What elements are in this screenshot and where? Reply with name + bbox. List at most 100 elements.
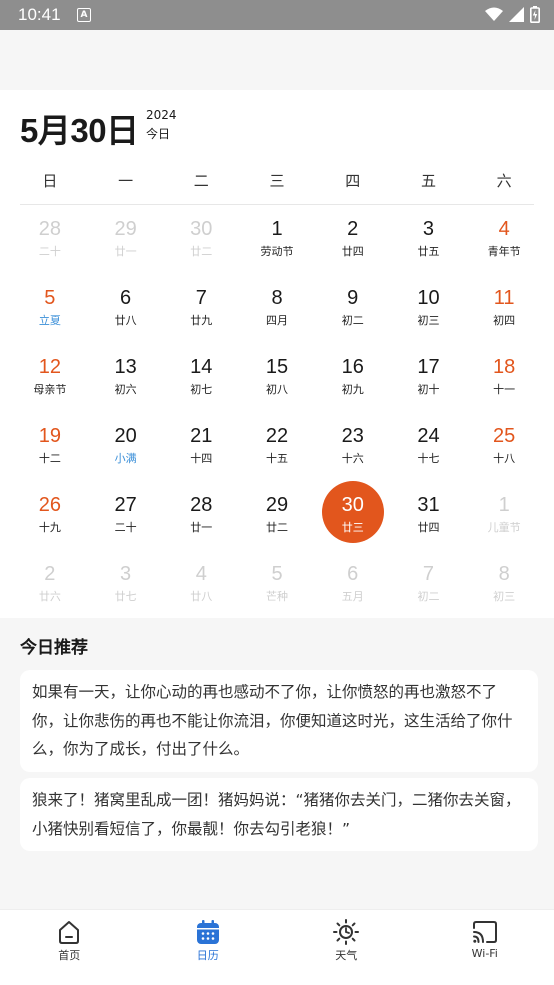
nav-item-weather[interactable]: 天气 — [277, 910, 416, 985]
day-number: 27 — [88, 494, 164, 517]
day-number: 19 — [12, 425, 88, 448]
day-number: 4 — [163, 563, 239, 586]
day-cell[interactable]: 10初三 — [391, 279, 467, 348]
day-cell[interactable]: 31 廿四 — [391, 486, 467, 555]
day-cell[interactable]: 11 初四 — [466, 279, 542, 348]
day-cell[interactable]: 29廿二 — [239, 486, 315, 555]
lunar-date: 初九 — [315, 381, 391, 397]
day-cell[interactable]: 6五月 — [315, 555, 391, 624]
day-cell[interactable]: 27二十 — [88, 486, 164, 555]
lunar-date: 廿八 — [163, 588, 239, 604]
day-cell[interactable]: 13初六 — [88, 348, 164, 417]
current-date-title: 5月30日 — [20, 104, 139, 152]
day-cell[interactable]: 14初七 — [163, 348, 239, 417]
day-cell[interactable]: 9初二 — [315, 279, 391, 348]
day-cell[interactable]: 18十一 — [466, 348, 542, 417]
day-cell[interactable]: 25十八 — [466, 417, 542, 486]
day-cell-today[interactable]: 30 廿三 — [315, 486, 391, 555]
day-number: 20 — [88, 425, 164, 448]
day-number: 1 — [239, 218, 315, 241]
lunar-date: 五月 — [315, 588, 391, 604]
day-number: 9 — [315, 287, 391, 310]
day-cell[interactable]: 8 初三 — [466, 555, 542, 624]
day-cell[interactable]: 1 儿童节 — [466, 486, 542, 555]
lunar-date: 十五 — [239, 450, 315, 466]
weekday-label: 六 — [466, 170, 542, 192]
day-cell[interactable]: 28廿一 — [163, 486, 239, 555]
lunar-date: 廿八 — [88, 312, 164, 328]
weekday-label: 日 — [12, 170, 88, 192]
day-number: 10 — [391, 287, 467, 310]
day-cell[interactable]: 8四月 — [239, 279, 315, 348]
bottom-nav: 首页 日历 天气 — [0, 909, 554, 985]
day-cell[interactable]: 7初二 — [391, 555, 467, 624]
day-cell[interactable]: 28二十 — [12, 210, 88, 279]
day-cell[interactable]: 23十六 — [315, 417, 391, 486]
day-number: 4 — [466, 218, 542, 241]
day-number: 28 — [163, 494, 239, 517]
day-number: 31 — [391, 494, 467, 517]
day-cell[interactable]: 19十二 — [12, 417, 88, 486]
today-button[interactable]: 今日 — [146, 125, 170, 142]
day-number: 11 — [466, 287, 542, 310]
notification-icon: A — [77, 8, 91, 22]
day-cell[interactable]: 5立夏 — [12, 279, 88, 348]
day-cell[interactable]: 4 青年节 — [466, 210, 542, 279]
home-icon — [55, 918, 83, 946]
day-cell[interactable]: 30廿二 — [163, 210, 239, 279]
day-number: 18 — [466, 356, 542, 379]
recommend-title: 今日推荐 — [20, 633, 88, 658]
lunar-date: 廿二 — [163, 243, 239, 259]
day-cell[interactable]: 6廿八 — [88, 279, 164, 348]
day-cell[interactable]: 22十五 — [239, 417, 315, 486]
day-cell[interactable]: 2廿六 — [12, 555, 88, 624]
lunar-date: 廿四 — [391, 519, 467, 535]
day-number: 2 — [315, 218, 391, 241]
lunar-date: 初四 — [466, 312, 542, 328]
day-number: 30 — [315, 494, 391, 517]
day-cell[interactable]: 4 廿八 — [163, 555, 239, 624]
day-cell[interactable]: 15初八 — [239, 348, 315, 417]
lunar-date: 廿五 — [391, 243, 467, 259]
calendar-icon — [194, 918, 222, 946]
weekday-label: 三 — [239, 170, 315, 192]
day-cell[interactable]: 20小满 — [88, 417, 164, 486]
lunar-date: 儿童节 — [466, 519, 542, 535]
day-cell[interactable]: 16初九 — [315, 348, 391, 417]
day-cell[interactable]: 21十四 — [163, 417, 239, 486]
status-bar: 10:41 A — [0, 0, 554, 30]
nav-item-wifi[interactable]: Wi-Fi — [416, 910, 554, 985]
day-cell[interactable]: 26十九 — [12, 486, 88, 555]
day-cell[interactable]: 29廿一 — [88, 210, 164, 279]
day-cell[interactable]: 3廿七 — [88, 555, 164, 624]
lunar-date: 十七 — [391, 450, 467, 466]
day-cell[interactable]: 24 十七 — [391, 417, 467, 486]
nav-label: 日历 — [139, 947, 278, 963]
day-number: 1 — [466, 494, 542, 517]
day-cell[interactable]: 7廿九 — [163, 279, 239, 348]
calendar-week-row: 26十九27二十28廿一29廿二30 廿三31 廿四 1 儿童节 — [12, 486, 542, 555]
lunar-date: 廿三 — [315, 519, 391, 535]
lunar-date: 十六 — [315, 450, 391, 466]
day-cell[interactable]: 1劳动节 — [239, 210, 315, 279]
day-number: 8 — [466, 563, 542, 586]
lunar-date: 芒种 — [239, 588, 315, 604]
lunar-date: 初二 — [391, 588, 467, 604]
nav-item-calendar[interactable]: 日历 — [139, 910, 278, 985]
lunar-date: 廿九 — [163, 312, 239, 328]
day-cell[interactable]: 2 廿四 — [315, 210, 391, 279]
day-cell[interactable]: 12母亲节 — [12, 348, 88, 417]
day-cell[interactable]: 3廿五 — [391, 210, 467, 279]
lunar-date: 青年节 — [466, 243, 542, 259]
nav-item-home[interactable]: 首页 — [0, 910, 139, 985]
day-cell[interactable]: 5 芒种 — [239, 555, 315, 624]
day-number: 5 — [239, 563, 315, 586]
weather-sun-icon — [332, 918, 360, 946]
day-number: 21 — [163, 425, 239, 448]
day-cell[interactable]: 17初十 — [391, 348, 467, 417]
day-number: 24 — [391, 425, 467, 448]
lunar-date: 初三 — [466, 588, 542, 604]
weekday-label: 四 — [315, 170, 391, 192]
calendar-week-row: 2廿六3廿七4 廿八5 芒种6五月7初二8 初三 — [12, 555, 542, 624]
lunar-date: 廿四 — [315, 243, 391, 259]
